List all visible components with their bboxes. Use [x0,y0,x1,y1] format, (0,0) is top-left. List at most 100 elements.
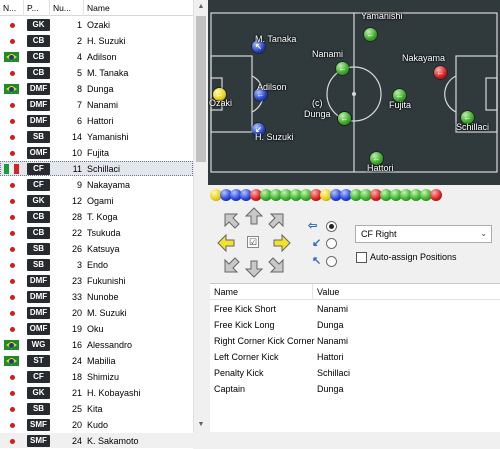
player-row[interactable]: GK 12 Ogami [0,193,193,209]
player-name: Nunobe [87,292,119,302]
japan-flag-icon [4,244,19,254]
position-badge: SMF [27,435,50,447]
player-number: 28 [71,212,82,222]
player-row[interactable]: CF 18 Shimizu [0,369,193,385]
column-position[interactable]: P... [24,0,50,16]
player-row[interactable]: DMF 8 Dunga [0,81,193,97]
pitch-player-label: Adilson [257,82,287,92]
scroll-up-icon[interactable]: ▲ [194,0,208,14]
player-row[interactable]: WG 16 Alessandro [0,337,193,353]
scrollbar-thumb[interactable] [196,16,206,162]
player-name: Mabilia [87,356,116,366]
japan-flag-icon [4,308,19,318]
set-piece-row[interactable]: Captain Dunga [210,381,500,397]
pitch-player-marker[interactable]: ← [434,66,447,79]
pitch-player-marker[interactable]: ← [338,112,351,125]
player-row[interactable]: SMF 24 K. Sakamoto [0,433,193,449]
set-piece-row[interactable]: Free Kick Short Nanami [210,301,500,317]
position-select[interactable]: CF Right ⌄ [355,225,492,243]
player-row[interactable]: CB 28 T. Koga [0,209,193,225]
pitch-player-marker[interactable]: ← [336,62,349,75]
brazil-flag-icon [4,356,19,366]
player-row[interactable]: GK 1 Ozaki [0,17,193,33]
player-row[interactable]: DMF 6 Hattori [0,113,193,129]
player-row[interactable]: DMF 7 Nanami [0,97,193,113]
player-name: Nakayama [87,180,131,190]
player-row[interactable]: ST 24 Mabilia [0,353,193,369]
column-name[interactable]: Name [84,0,193,16]
player-number: 25 [71,404,82,414]
auto-assign-label[interactable]: Auto-assign Positions [370,251,457,263]
set-piece-value[interactable]: Hattori [313,349,344,365]
player-name: Tsukuda [87,228,121,238]
column-nationality[interactable]: N... [0,0,24,16]
set-piece-value[interactable]: Nanami [313,333,348,349]
player-number: 19 [71,324,82,334]
player-row[interactable]: SB 26 Katsuya [0,241,193,257]
position-badge: GK [27,195,50,207]
move-down-left-icon[interactable] [222,255,242,275]
player-name: Shimizu [87,372,120,382]
move-down-icon[interactable] [244,259,264,279]
player-row[interactable]: SB 25 Kita [0,401,193,417]
set-piece-row[interactable]: Left Corner Kick Hattori [210,349,500,365]
face-left-radio[interactable] [326,221,337,232]
set-pieces-table: Name Value Free Kick Short Nanami Free Kic… [210,283,500,432]
position-badge: CB [27,211,50,223]
position-badge: CF [27,163,50,175]
player-row[interactable]: SB 14 Yamanishi [0,129,193,145]
pitch-player-marker[interactable]: ← [364,28,377,41]
set-piece-value[interactable]: Nanami [313,301,348,317]
player-list-scrollbar[interactable]: ▲ ▼ [193,0,207,432]
position-badge: CB [27,67,50,79]
set-piece-name: Free Kick Long [214,320,275,330]
position-badge: SB [27,243,50,255]
set-piece-row[interactable]: Right Corner Kick Corner Nanami [210,333,500,349]
set-piece-value[interactable]: Dunga [313,381,344,397]
position-badge: OMF [27,147,50,159]
move-up-left-icon[interactable] [222,211,242,231]
player-row[interactable]: CB 4 Adilson [0,49,193,65]
face-down-left-radio[interactable] [326,238,337,249]
set-piece-row[interactable]: Penalty Kick Schillaci [210,365,500,381]
player-row[interactable]: CB 22 Tsukuda [0,225,193,241]
player-name: Ozaki [87,20,111,30]
player-row[interactable]: DMF 33 Nunobe [0,289,193,305]
player-row[interactable]: CB 5 M. Tanaka [0,65,193,81]
japan-flag-icon [4,404,19,414]
pitch-player-label: Hattori [367,163,394,173]
japan-flag-icon [4,228,19,238]
japan-flag-icon [4,36,19,46]
column-number[interactable]: Nu... [50,0,84,16]
player-row[interactable]: GK 21 H. Kobayashi [0,385,193,401]
player-row[interactable]: OMF 19 Oku [0,321,193,337]
auto-assign-checkbox[interactable] [356,252,367,263]
player-number: 4 [76,52,82,62]
player-row[interactable]: CB 2 H. Suzuki [0,33,193,49]
move-left-icon[interactable] [216,233,236,253]
player-name: Nanami [87,100,119,110]
player-row[interactable]: CF 9 Nakayama [0,177,193,193]
player-name: Fukunishi [87,276,126,286]
set-piece-value[interactable]: Dunga [313,317,344,333]
player-name: K. Sakamoto [87,436,139,446]
player-row[interactable]: DMF 23 Fukunishi [0,273,193,289]
formation-pitch[interactable]: ← Ozaki ↖ M. Tanaka ← Adilson ↙ H. Suzuki ← Nanam… [208,0,500,185]
column-name-header[interactable]: Name [210,284,238,300]
move-down-right-icon[interactable] [266,255,286,275]
move-up-icon[interactable] [244,206,264,226]
face-up-left-radio[interactable] [326,256,337,267]
center-toggle-icon[interactable]: ☑ [247,236,259,248]
player-row[interactable]: OMF 10 Fujita [0,145,193,161]
player-row[interactable]: CF 11 Schillaci [0,161,193,177]
set-piece-row[interactable]: Free Kick Long Dunga [210,317,500,333]
set-piece-value[interactable]: Schillaci [313,365,350,381]
move-right-icon[interactable] [272,233,292,253]
player-row[interactable]: DMF 20 M. Suzuki [0,305,193,321]
japan-flag-icon [4,116,19,126]
player-row[interactable]: SB 3 Endo [0,257,193,273]
move-up-right-icon[interactable] [266,211,286,231]
scroll-down-icon[interactable]: ▼ [194,418,208,432]
column-value-header[interactable]: Value [313,284,339,300]
player-row[interactable]: SMF 20 Kudo [0,417,193,433]
